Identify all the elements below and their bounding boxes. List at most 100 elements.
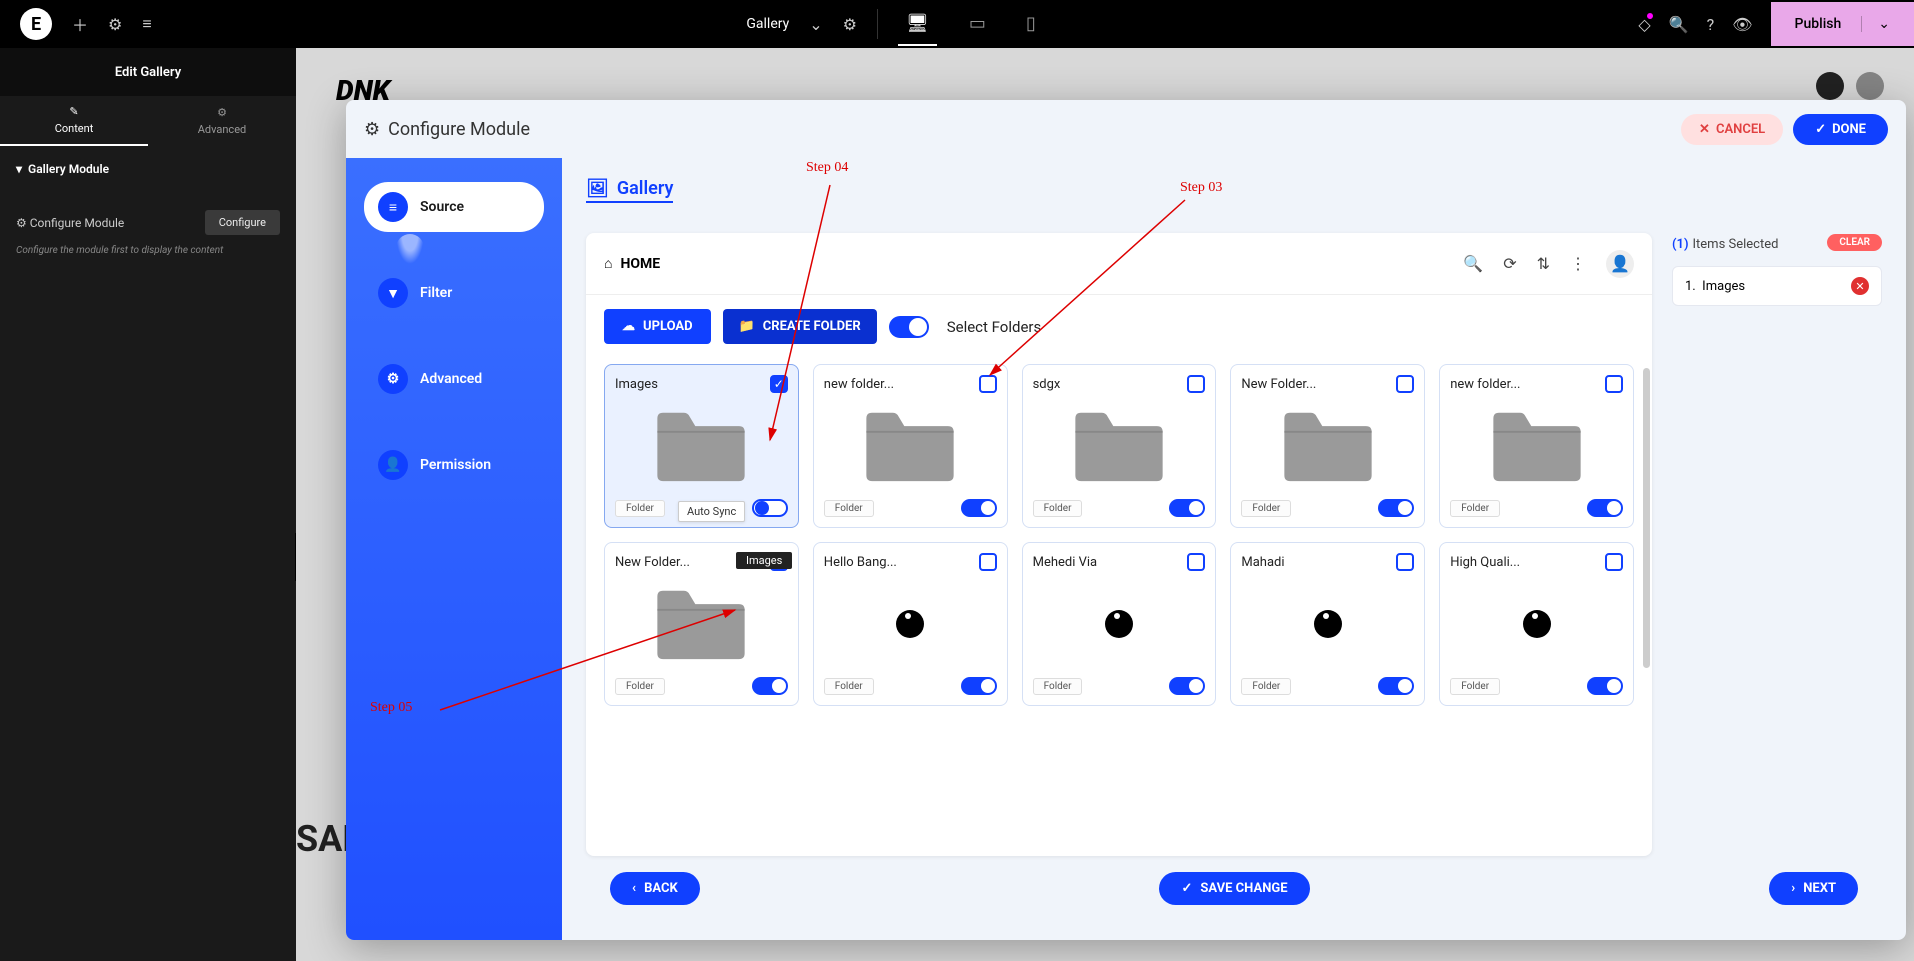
tab-content[interactable]: ✎ Content [0,96,148,146]
upload-button[interactable]: ☁UPLOAD [604,309,711,344]
folder-type-badge: Folder [824,678,874,695]
folder-checkbox[interactable] [1605,375,1623,393]
folder-card[interactable]: New Folder...Folder [1230,364,1425,528]
check-icon: ✓ [1181,881,1192,896]
folder-icon [615,579,788,669]
desktop-icon[interactable]: 🖥 [898,3,937,46]
tab-label: Content [55,122,94,135]
autosync-toggle[interactable] [752,677,788,695]
record-icon [1523,610,1551,638]
more-icon[interactable]: ⋮ [1570,254,1586,273]
search-icon[interactable]: 🔍 [1669,15,1689,34]
elementor-logo[interactable]: E [20,8,52,40]
gear-icon[interactable]: ⚙ [843,15,857,34]
close-icon: ✕ [1699,122,1710,137]
select-folders-toggle[interactable] [889,316,929,338]
back-button[interactable]: ‹BACK [610,872,700,905]
app-topbar: E ＋ ⚙ ≡ Gallery ⌄ ⚙ 🖥 ▭ ▯ ◇ 🔍 ? 👁 Publis… [0,0,1914,48]
breadcrumb-home[interactable]: ⌂ HOME [604,255,660,272]
gear-icon: ⚙ [217,106,227,119]
folder-grid-container[interactable]: Images✓Foldernew folder...FoldersdgxFold… [586,358,1652,856]
scrollbar[interactable] [1643,368,1650,668]
tab-advanced[interactable]: ⚙ Advanced [148,96,296,146]
autosync-toggle[interactable] [1587,677,1623,695]
section-title: Gallery Module [28,162,109,176]
avatar[interactable]: 👤 [1606,250,1634,278]
chevron-right-icon: › [1791,881,1795,896]
user-icon: 👤 [378,450,408,480]
autosync-toggle[interactable] [1169,499,1205,517]
folder-checkbox[interactable] [1396,375,1414,393]
gear-icon: ⚙ [16,216,30,230]
folder-card[interactable]: MahadiFolder [1230,542,1425,706]
remove-selection-button[interactable]: ✕ [1851,277,1869,295]
chevron-down-icon[interactable]: ⌄ [1861,16,1890,32]
autosync-toggle[interactable] [1169,677,1205,695]
folder-card-header: High Quali... [1450,553,1623,571]
modal-sidebar: ≡ Source ▼ Filter ⚙ Advanced 👤 Permissio… [346,158,562,940]
clear-selection-button[interactable]: CLEAR [1827,234,1882,251]
sidebar-item-label: Advanced [420,371,482,387]
done-button[interactable]: ✓DONE [1793,114,1888,145]
sidebar-item-source[interactable]: ≡ Source [364,182,544,232]
autosync-toggle[interactable] [961,499,997,517]
folder-card[interactable]: Hello Bang...Folder [813,542,1008,706]
add-icon[interactable]: ＋ [72,12,88,36]
create-folder-button[interactable]: 📁CREATE FOLDER [723,309,877,344]
mobile-icon[interactable]: ▯ [1018,3,1044,46]
folder-checkbox[interactable] [979,553,997,571]
folder-card[interactable]: new folder...Folder [1439,364,1634,528]
folder-name: New Folder... [1241,377,1316,392]
page-name[interactable]: Gallery [746,16,789,32]
selection-label: Items Selected [1692,237,1778,252]
folder-card-header: Mehedi Via [1033,553,1206,571]
folder-card[interactable]: sdgxFolder [1022,364,1217,528]
folder-checkbox[interactable] [979,375,997,393]
notifications-icon[interactable]: ◇ [1638,15,1650,34]
sort-icon[interactable]: ⇅ [1537,254,1550,273]
search-icon[interactable]: 🔍 [1463,254,1483,273]
refresh-icon[interactable]: ⟳ [1503,254,1516,273]
autosync-toggle[interactable] [1378,499,1414,517]
next-button[interactable]: ›NEXT [1769,872,1858,905]
main-tab-gallery[interactable]: 🖼 Gallery [586,178,673,203]
topbar-right: ◇ 🔍 ? 👁 Publish ⌄ [1638,2,1914,46]
settings-icon[interactable]: ⚙ [108,15,122,34]
folder-card-header: sdgx [1033,375,1206,393]
check-icon: ✓ [1815,122,1826,137]
folder-type-badge: Folder [824,500,874,517]
layers-icon[interactable]: ≡ [142,14,151,34]
folder-card[interactable]: High Quali...Folder [1439,542,1634,706]
selection-count: (1) [1672,237,1689,252]
tablet-icon[interactable]: ▭ [961,3,994,46]
folder-type-badge: Folder [1033,678,1083,695]
folder-checkbox[interactable] [1187,553,1205,571]
preview-icon[interactable]: 👁 [1732,15,1752,34]
sidebar-item-advanced[interactable]: ⚙ Advanced [364,354,544,404]
sidebar-item-permission[interactable]: 👤 Permission [364,440,544,490]
folder-checkbox[interactable] [1396,553,1414,571]
publish-button[interactable]: Publish ⌄ [1771,2,1914,46]
chevron-down-icon[interactable]: ⌄ [809,15,822,34]
autosync-toggle[interactable] [752,499,788,517]
configure-button[interactable]: Configure [205,210,280,235]
autosync-toggle[interactable] [961,677,997,695]
folder-checkbox[interactable]: ✓ [770,375,788,393]
folder-checkbox[interactable] [1187,375,1205,393]
autosync-toggle[interactable] [1587,499,1623,517]
publish-label: Publish [1795,16,1842,32]
help-icon[interactable]: ? [1707,15,1715,34]
gear-icon: ⚙ [364,119,380,140]
save-change-button[interactable]: ✓SAVE CHANGE [1159,872,1309,905]
cancel-button[interactable]: ✕CANCEL [1681,114,1783,145]
folder-name: Mehedi Via [1033,555,1098,570]
folder-card-footer: Folder [824,499,997,517]
editor-left-panel: Edit Gallery ✎ Content ⚙ Advanced ▾Galle… [0,48,296,961]
folder-checkbox[interactable] [1605,553,1623,571]
section-gallery-module[interactable]: ▾Gallery Module [0,146,296,192]
folder-card[interactable]: Mehedi Via Folder [1022,542,1217,706]
folder-type-badge: Folder [615,500,665,517]
autosync-toggle[interactable] [1378,677,1414,695]
folder-card[interactable]: new folder...Folder [813,364,1008,528]
sidebar-item-filter[interactable]: ▼ Filter [364,268,544,318]
